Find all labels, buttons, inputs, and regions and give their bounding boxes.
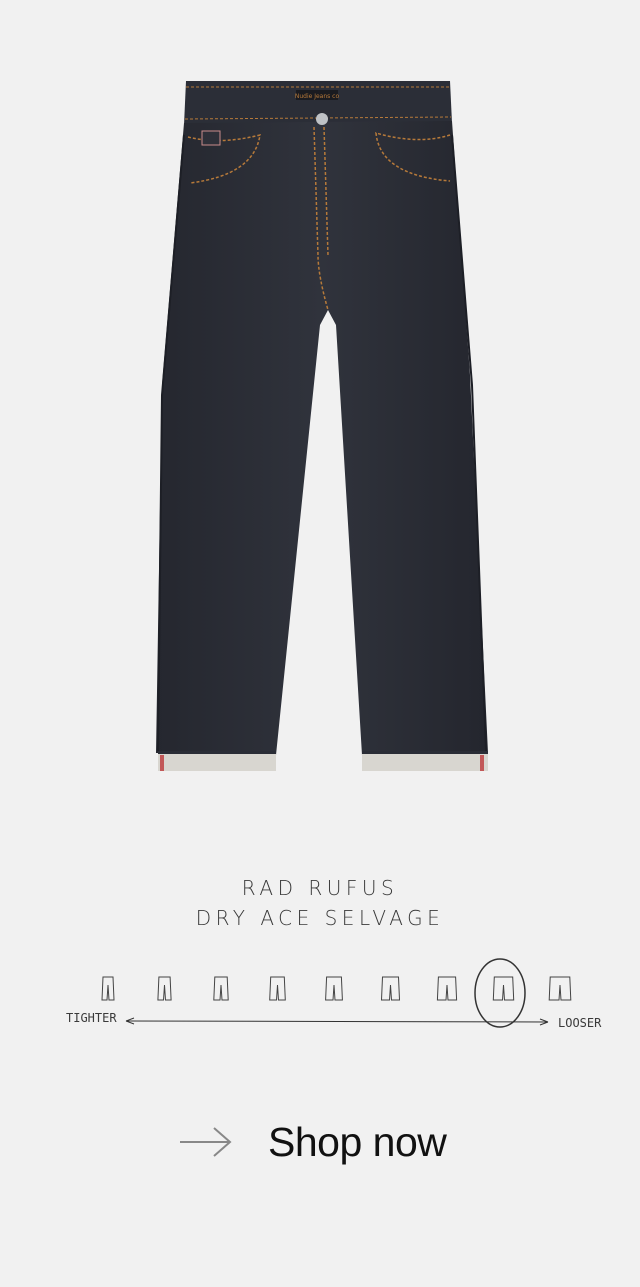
arrow-right-icon [180,1127,232,1157]
fit-label-tighter: TIGHTER [66,1011,117,1025]
fit-label-looser: LOOSER [558,1016,602,1030]
fit-pants-icon [436,976,458,1001]
fit-pants-icon [213,976,229,1001]
fit-pants-icon [269,976,286,1001]
fit-pants-icon [492,976,515,1001]
shop-now-label: Shop now [268,1118,447,1165]
fit-scale: TIGHTER LOOSER [66,958,602,1030]
fit-pants-icons [101,976,572,1001]
jeans-product-image[interactable]: Nudie Jeans co [150,75,490,780]
fit-pants-icon [325,976,343,1001]
shop-now-button[interactable]: Shop now [178,1112,447,1172]
product-variant: DRY ACE SELVAGE [195,906,445,930]
fit-pants-icon [380,976,401,1001]
fit-pants-icon [548,976,572,1001]
product-title: RAD RUFUS DRY ACE SELVAGE [0,873,640,933]
waistband-label: Nudie Jeans co [295,93,340,100]
fit-pants-icon [157,976,172,1001]
product-name: RAD RUFUS [241,876,399,900]
product-card[interactable]: Nudie Jeans co RAD RUFUS DRY ACE SELVAGE… [0,0,640,1287]
fit-selected-circle [474,958,526,1028]
fit-pants-icon [101,976,115,1001]
